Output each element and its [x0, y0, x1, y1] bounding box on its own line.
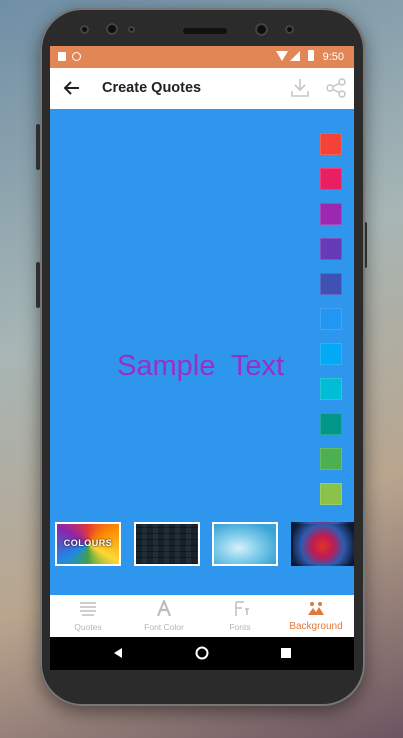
color-swatch[interactable] — [320, 413, 342, 435]
download-icon[interactable] — [290, 77, 310, 99]
nav-label-font-color: Font Color — [144, 622, 184, 632]
background-icon — [308, 602, 324, 615]
nav-label-background: Background — [289, 621, 343, 632]
front-camera-icon — [106, 23, 118, 35]
secondary-camera-icon — [255, 23, 268, 36]
recents-square-icon[interactable] — [281, 648, 291, 658]
earpiece-speaker — [183, 28, 227, 34]
color-swatch[interactable] — [320, 308, 342, 330]
status-time: 9:50 — [322, 51, 344, 63]
background-thumbnail-colours[interactable]: COLOURS — [55, 522, 121, 566]
nav-item-font-color[interactable]: Font Color — [126, 595, 202, 637]
background-thumbnail-color-smoke[interactable] — [291, 522, 354, 566]
color-swatch[interactable] — [320, 343, 342, 365]
nav-item-background[interactable]: Background — [278, 595, 354, 637]
color-swatch[interactable] — [320, 133, 342, 155]
nav-item-quotes[interactable]: Quotes — [50, 595, 126, 637]
page-title: Create Quotes — [102, 80, 202, 96]
nav-label-quotes: Quotes — [74, 622, 102, 632]
arrow-left-icon[interactable] — [62, 78, 82, 98]
status-bar: 9:50 — [50, 46, 354, 68]
quotes-icon — [80, 602, 96, 616]
fonts-icon — [235, 601, 249, 616]
home-circle-icon[interactable] — [195, 646, 209, 660]
wifi-icon — [276, 51, 288, 61]
bottom-navigation: Quotes Font Color Fonts Background — [50, 595, 354, 637]
sd-card-icon — [58, 52, 66, 61]
sensor-icon — [80, 25, 89, 34]
battery-icon — [308, 50, 314, 61]
background-thumbnail-dark-brick[interactable] — [134, 522, 200, 566]
color-swatch[interactable] — [320, 483, 342, 505]
signal-icon — [290, 51, 300, 61]
flash-icon — [285, 25, 294, 34]
system-navigation-bar — [50, 637, 354, 670]
background-thumbnail-blue-clouds[interactable] — [212, 522, 278, 566]
color-swatch[interactable] — [320, 238, 342, 260]
font-color-icon — [156, 600, 172, 616]
sample-text[interactable]: Sample Text — [117, 350, 284, 383]
color-swatch[interactable] — [320, 273, 342, 295]
color-swatch[interactable] — [320, 378, 342, 400]
color-swatch[interactable] — [320, 203, 342, 225]
phone-screen: 9:50 Create Quotes Sample Text COLOURS Q… — [50, 46, 354, 670]
sync-icon — [72, 52, 81, 61]
quote-canvas[interactable]: Sample Text COLOURS — [50, 109, 354, 595]
color-swatch[interactable] — [320, 168, 342, 190]
back-triangle-icon[interactable] — [112, 647, 124, 659]
sensor-small-icon — [128, 26, 135, 33]
share-icon[interactable] — [325, 77, 347, 99]
color-swatch[interactable] — [320, 448, 342, 470]
background-thumbnails: COLOURS — [50, 517, 354, 595]
nav-item-fonts[interactable]: Fonts — [202, 595, 278, 637]
thumbnail-label: COLOURS — [63, 538, 113, 548]
nav-label-fonts: Fonts — [229, 622, 251, 632]
app-toolbar: Create Quotes — [50, 68, 354, 109]
